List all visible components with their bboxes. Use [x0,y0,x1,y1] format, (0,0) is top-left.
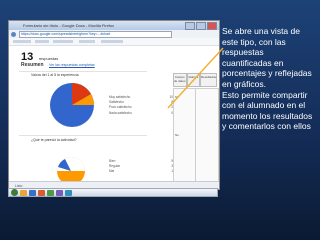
callout-line [167,47,224,109]
caption-line: porcentajes y reflejadas [222,68,312,79]
caption-line: momento los resultados [222,110,313,121]
caption-line: cuantificadas en [222,57,284,68]
caption-line: y comentarlos con ellos [222,121,311,132]
slide-caption: Se abre una vista de este tipo, con las … [222,26,318,132]
caption-line: Esto permite compartir [222,89,308,100]
caption-line: con el alumnado en el [222,100,306,111]
caption-line: Se abre una vista de [222,26,300,36]
caption-line: este tipo, con las [222,36,286,47]
caption-line: en gráficos. [222,78,266,89]
caption-line: respuestas [222,47,264,58]
